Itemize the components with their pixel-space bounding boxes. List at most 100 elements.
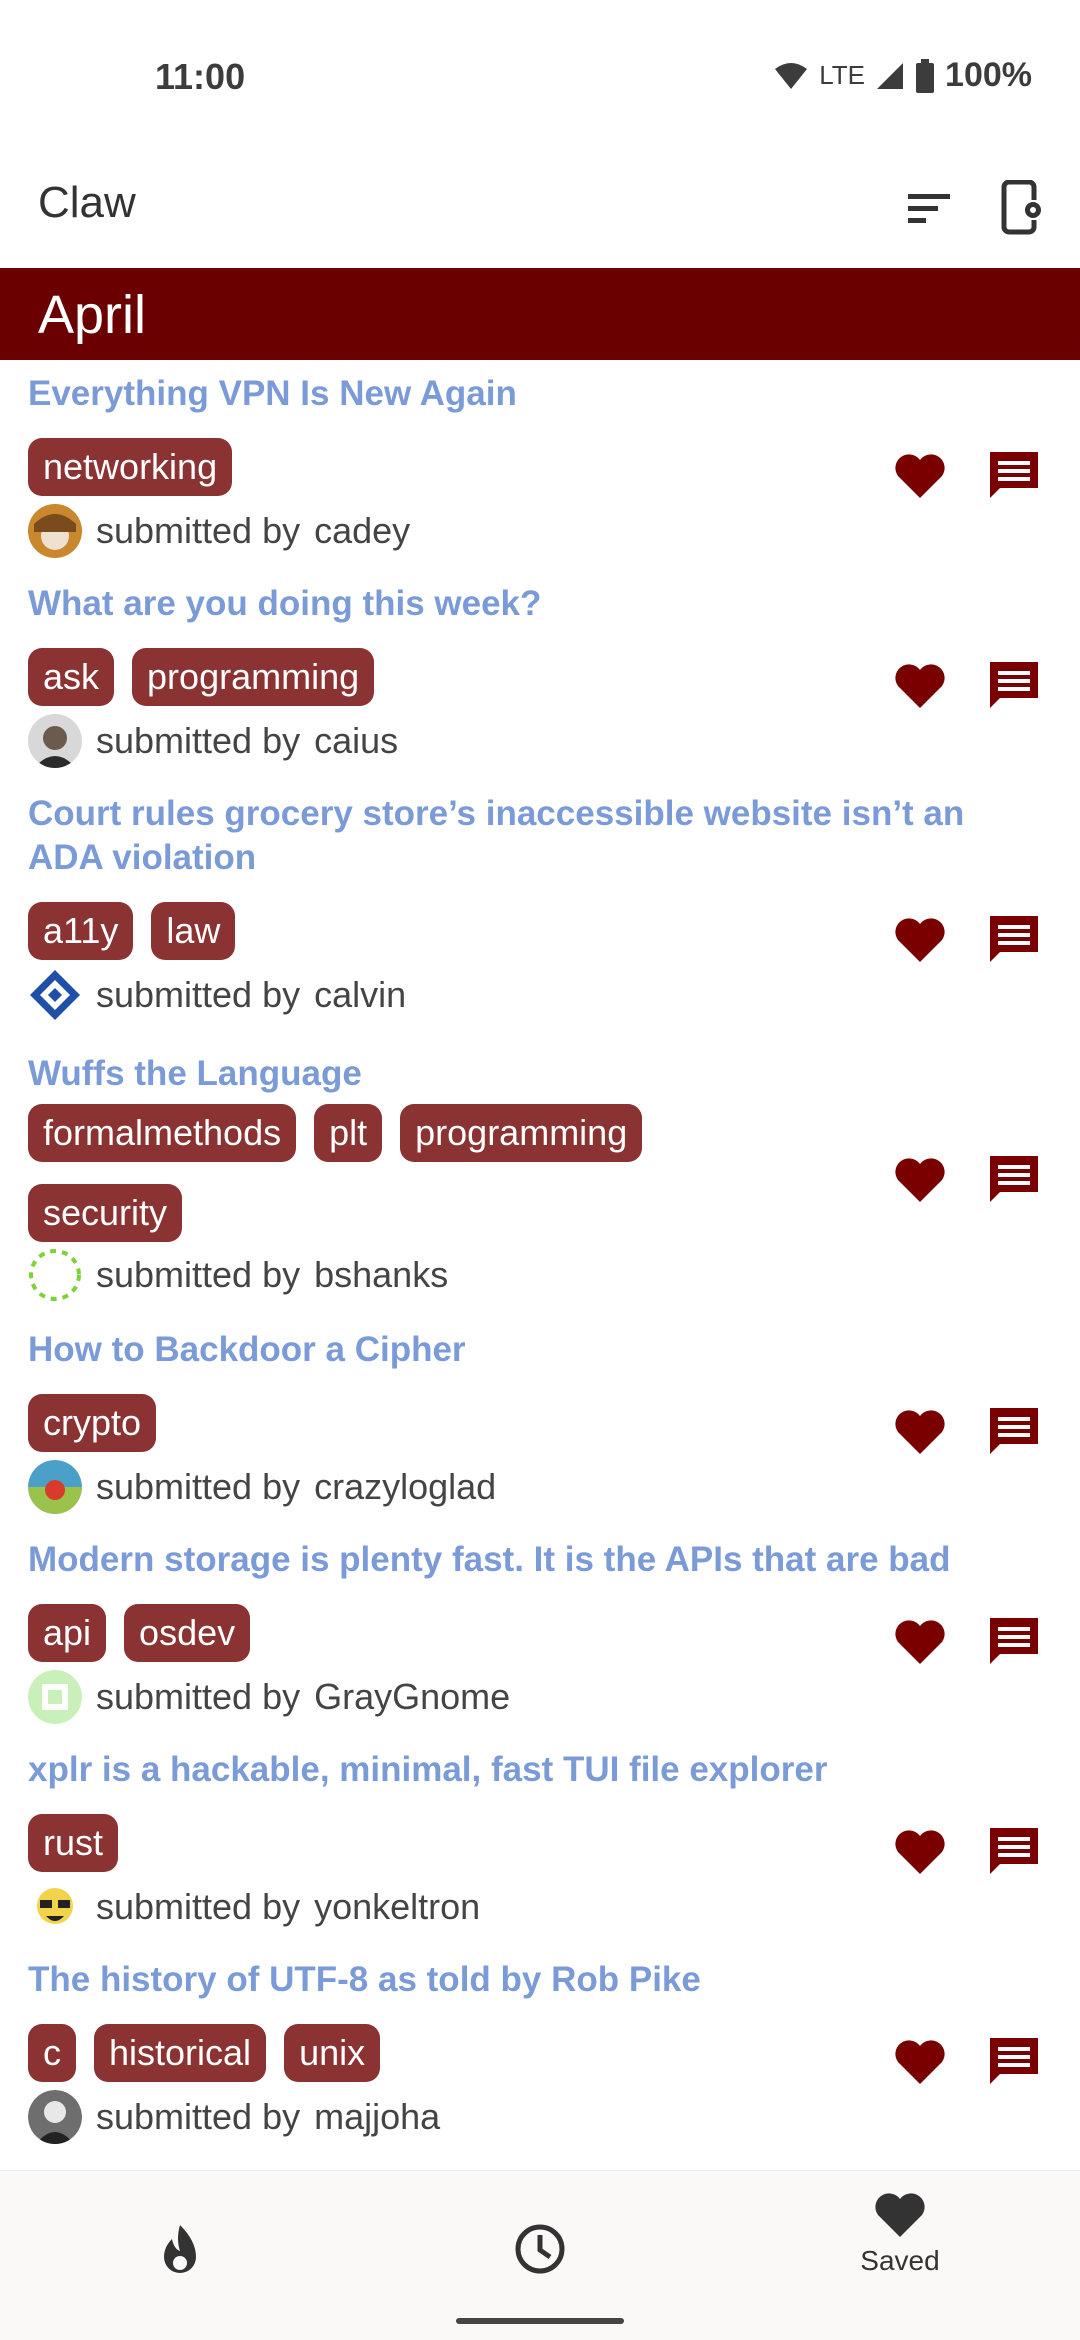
nav-saved-label: Saved xyxy=(860,2245,940,2276)
tag-chip[interactable]: historical xyxy=(94,2024,267,2082)
tag-chip[interactable]: formalmethods xyxy=(28,1104,297,1162)
story-title[interactable]: The history of UTF-8 as told by Rob Pike xyxy=(28,1958,1038,2002)
tag-chip[interactable]: a11y xyxy=(28,902,134,960)
network-type: LTE xyxy=(819,60,866,90)
heart-icon[interactable] xyxy=(892,2034,948,2090)
submitter[interactable]: submitted by GrayGnome xyxy=(28,1670,510,1724)
submitter[interactable]: submitted by caius xyxy=(28,714,398,768)
tag-chip[interactable]: plt xyxy=(314,1104,383,1162)
tag-chip[interactable]: api xyxy=(28,1604,107,1662)
submitter-name: bshanks xyxy=(314,1254,449,1295)
story-item[interactable]: xplr is a hackable, minimal, fast TUI fi… xyxy=(0,1748,1080,1948)
story-title[interactable]: Wuffs the Language xyxy=(28,1052,1038,1096)
avatar xyxy=(28,1880,82,1934)
submitter[interactable]: submitted by yonkeltron xyxy=(28,1880,480,1934)
tag-chip[interactable]: networking xyxy=(28,438,233,496)
sort-icon xyxy=(908,194,950,223)
submitter-name: GrayGnome xyxy=(314,1676,511,1717)
status-time: 11:00 xyxy=(155,56,246,97)
submitter-name: cadey xyxy=(314,510,411,551)
heart-icon[interactable] xyxy=(892,1152,948,1208)
heart-icon[interactable] xyxy=(892,1614,948,1670)
section-title: April xyxy=(38,285,147,345)
submitter-prefix: submitted by xyxy=(96,1254,301,1295)
heart-icon[interactable] xyxy=(892,1404,948,1460)
tag-chip[interactable]: unix xyxy=(284,2024,381,2082)
tag-list: a11y law xyxy=(28,902,236,960)
story-title[interactable]: Court rules grocery store’s inaccessible… xyxy=(28,792,1038,880)
heart-icon[interactable] xyxy=(892,1824,948,1880)
story-item[interactable]: Court rules grocery store’s inaccessible… xyxy=(0,792,1080,1042)
avatar xyxy=(28,504,82,558)
comment-icon[interactable] xyxy=(986,1152,1042,1208)
submitter[interactable]: submitted by majjoha xyxy=(28,2090,440,2144)
tag-list: api osdev xyxy=(28,1604,251,1662)
comment-icon[interactable] xyxy=(986,1824,1042,1880)
status-icons: LTE 100% xyxy=(773,56,1032,95)
submitter[interactable]: submitted by crazyloglad xyxy=(28,1460,496,1514)
tag-chip[interactable]: programming xyxy=(132,648,375,706)
story-title[interactable]: Modern storage is plenty fast. It is the… xyxy=(28,1538,1038,1582)
device-settings-button[interactable] xyxy=(992,176,1056,240)
clock-icon xyxy=(515,2224,565,2274)
submitter[interactable]: submitted by bshanks xyxy=(28,1248,448,1302)
story-item[interactable]: Everything VPN Is New Again networking s… xyxy=(0,372,1080,572)
avatar xyxy=(29,1249,81,1301)
comment-icon[interactable] xyxy=(986,448,1042,504)
nav-recent[interactable] xyxy=(440,2171,640,2340)
submitter-name: calvin xyxy=(314,974,407,1015)
story-title[interactable]: What are you doing this week? xyxy=(28,582,1038,626)
tag-list: rust xyxy=(28,1814,119,1872)
story-item[interactable]: What are you doing this week? ask progra… xyxy=(0,582,1080,782)
battery-level: 100% xyxy=(945,56,1032,94)
comment-icon[interactable] xyxy=(986,1404,1042,1460)
submitter-name: majjoha xyxy=(314,2096,441,2137)
comment-icon[interactable] xyxy=(986,912,1042,968)
heart-icon[interactable] xyxy=(892,912,948,968)
tag-chip[interactable]: c xyxy=(28,2024,76,2082)
avatar xyxy=(28,1670,82,1724)
tag-chip[interactable]: rust xyxy=(28,1814,119,1872)
tag-chip[interactable]: osdev xyxy=(124,1604,251,1662)
tag-list: formalmethods plt programming xyxy=(28,1104,643,1162)
story-item[interactable]: Wuffs the Language formalmethods plt pro… xyxy=(0,1052,1080,1322)
heart-icon[interactable] xyxy=(892,448,948,504)
story-feed[interactable]: Everything VPN Is New Again networking s… xyxy=(0,360,1080,2170)
flame-icon xyxy=(164,2225,196,2273)
tag-list: networking xyxy=(28,438,233,496)
comment-icon[interactable] xyxy=(986,658,1042,714)
story-title[interactable]: Everything VPN Is New Again xyxy=(28,372,1038,416)
avatar xyxy=(28,714,82,768)
tag-chip[interactable]: law xyxy=(151,902,236,960)
bottom-navigation: Saved xyxy=(0,2170,1080,2340)
avatar xyxy=(28,1460,82,1514)
story-item[interactable]: Modern storage is plenty fast. It is the… xyxy=(0,1538,1080,1738)
comment-icon[interactable] xyxy=(986,1614,1042,1670)
comment-icon[interactable] xyxy=(986,2034,1042,2090)
tag-list-row-2: security xyxy=(28,1184,183,1242)
story-item[interactable]: How to Backdoor a Cipher crypto submitte… xyxy=(0,1328,1080,1528)
submitter-prefix: submitted by xyxy=(96,510,301,551)
section-header: April xyxy=(0,268,1080,360)
sort-button[interactable] xyxy=(898,176,962,240)
tag-chip[interactable]: crypto xyxy=(28,1394,157,1452)
submitter-prefix: submitted by xyxy=(96,2096,301,2137)
submitter[interactable]: submitted by calvin xyxy=(28,968,406,1022)
tag-chip[interactable]: programming xyxy=(400,1104,643,1162)
battery-icon xyxy=(916,58,935,93)
story-title[interactable]: How to Backdoor a Cipher xyxy=(28,1328,1038,1372)
heart-icon[interactable] xyxy=(892,658,948,714)
nav-hot[interactable] xyxy=(80,2171,280,2340)
story-item[interactable]: The history of UTF-8 as told by Rob Pike… xyxy=(0,1958,1080,2158)
nav-saved[interactable]: Saved xyxy=(800,2171,1000,2340)
story-title[interactable]: xplr is a hackable, minimal, fast TUI fi… xyxy=(28,1748,1038,1792)
app-bar: Claw xyxy=(0,150,1080,268)
tag-list: ask programming xyxy=(28,648,375,706)
submitter[interactable]: submitted by cadey xyxy=(28,504,410,558)
tag-chip[interactable]: ask xyxy=(28,648,115,706)
home-indicator[interactable] xyxy=(456,2318,624,2324)
tag-list: c historical unix xyxy=(28,2024,381,2082)
tag-chip[interactable]: security xyxy=(28,1184,183,1242)
tag-list: crypto xyxy=(28,1394,157,1452)
app-title: Claw xyxy=(38,178,136,227)
